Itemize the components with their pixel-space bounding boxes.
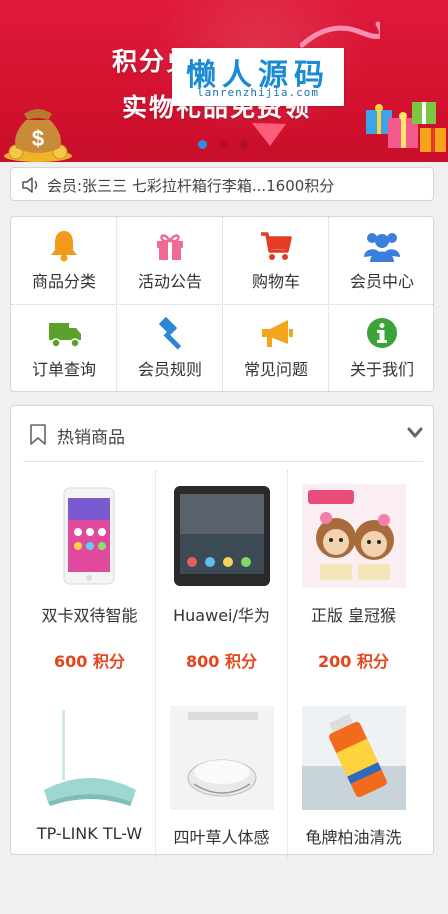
product-name: 四叶草人体感 bbox=[173, 828, 270, 847]
menu-grid: 商品分类 活动公告 购物车 会员中心 订单查询 会员规则 常见问题 关于我们 bbox=[10, 216, 434, 392]
divider bbox=[23, 461, 423, 462]
menu-item-label: 购物车 bbox=[251, 272, 300, 291]
product-image bbox=[302, 706, 406, 810]
carousel-dot-1[interactable] bbox=[198, 140, 207, 149]
product-card[interactable]: 正版 皇冠猴 200 积分 bbox=[287, 472, 420, 692]
product-price: 200 积分 bbox=[318, 652, 389, 671]
product-name: 龟牌柏油清洗 bbox=[305, 828, 402, 847]
menu-item-member-center[interactable]: 会员中心 bbox=[329, 217, 435, 305]
menu-item-label: 活动公告 bbox=[137, 272, 202, 291]
product-price: 800 积分 bbox=[186, 652, 257, 671]
menu-item-label: 会员规则 bbox=[137, 360, 202, 379]
product-card[interactable]: TP-LINK TL-W bbox=[23, 694, 156, 914]
svg-text:$: $ bbox=[32, 126, 44, 151]
menu-item-order-query[interactable]: 订单查询 bbox=[11, 305, 117, 393]
watermark-url: lanrenzhijia.com bbox=[197, 86, 319, 99]
product-card[interactable]: 龟牌柏油清洗 bbox=[287, 694, 420, 914]
info-icon bbox=[367, 318, 397, 348]
menu-item-label: 商品分类 bbox=[31, 272, 96, 291]
product-name: 双卡双待智能 bbox=[41, 606, 138, 625]
gift-icon bbox=[157, 234, 183, 260]
section-header[interactable]: 热销商品 bbox=[11, 406, 433, 462]
gavel-icon bbox=[159, 317, 182, 350]
menu-item-member-rules[interactable]: 会员规则 bbox=[117, 305, 223, 393]
menu-item-faq[interactable]: 常见问题 bbox=[223, 305, 329, 393]
product-image bbox=[38, 484, 142, 588]
hot-products-section: 热销商品 双卡双待智能 600 积分 Huawei/华为 800 积分 正版 皇… bbox=[10, 405, 434, 860]
money-bag-icon: $ bbox=[4, 109, 72, 162]
users-icon bbox=[364, 233, 400, 262]
streamer-decoration bbox=[300, 21, 380, 48]
cart-icon bbox=[261, 232, 292, 260]
promo-banner[interactable]: 积分兑换节 实物礼品免费领 懒人源码 lanrenzhijia.com $ bbox=[0, 0, 448, 162]
product-image bbox=[170, 484, 274, 588]
product-card[interactable]: 四叶草人体感 bbox=[155, 694, 288, 914]
product-card[interactable]: Huawei/华为 800 积分 bbox=[155, 472, 288, 692]
carousel-dot-3[interactable] bbox=[240, 140, 249, 149]
carousel-indicators bbox=[198, 140, 249, 149]
menu-item-cart[interactable]: 购物车 bbox=[223, 217, 329, 305]
menu-item-label: 常见问题 bbox=[243, 360, 308, 379]
carousel-dot-2[interactable] bbox=[219, 140, 228, 149]
product-image bbox=[170, 706, 274, 810]
menu-item-label: 会员中心 bbox=[349, 272, 414, 291]
bookmark-icon bbox=[30, 424, 46, 445]
menu-item-about-us[interactable]: 关于我们 bbox=[329, 305, 435, 393]
bullhorn-icon bbox=[262, 320, 293, 347]
notice-text: 会员:张三三 七彩拉杆箱行李箱...1600积分 bbox=[47, 177, 335, 195]
notice-bar[interactable]: 会员:张三三 七彩拉杆箱行李箱...1600积分 bbox=[10, 167, 434, 201]
product-price: 600 积分 bbox=[54, 652, 125, 671]
speaker-icon bbox=[22, 177, 38, 193]
chevron-down-icon[interactable] bbox=[407, 427, 423, 439]
menu-item-label: 关于我们 bbox=[349, 360, 414, 379]
product-image bbox=[302, 484, 406, 588]
menu-item-categories[interactable]: 商品分类 bbox=[11, 217, 117, 305]
product-name: 正版 皇冠猴 bbox=[310, 606, 397, 625]
bell-icon bbox=[51, 231, 77, 262]
menu-item-announcements[interactable]: 活动公告 bbox=[117, 217, 223, 305]
site-watermark: 懒人源码 lanrenzhijia.com bbox=[172, 48, 344, 106]
product-image bbox=[38, 706, 142, 810]
product-name: Huawei/华为 bbox=[173, 606, 270, 625]
product-name: TP-LINK TL-W bbox=[36, 824, 143, 843]
menu-item-label: 订单查询 bbox=[31, 360, 96, 379]
gift-boxes-icon bbox=[366, 102, 446, 152]
truck-icon bbox=[49, 323, 81, 348]
product-card[interactable]: 双卡双待智能 600 积分 bbox=[23, 472, 156, 692]
section-title: 热销商品 bbox=[57, 428, 125, 448]
